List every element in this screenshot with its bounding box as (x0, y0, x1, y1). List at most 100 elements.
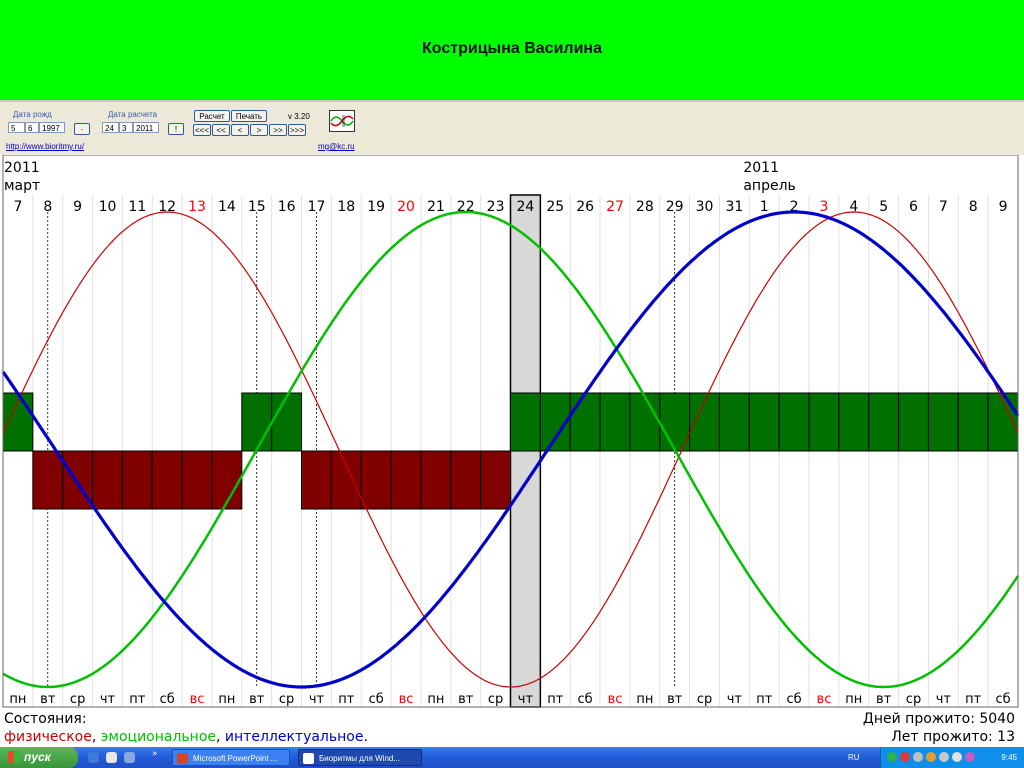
day-number: 18 (337, 199, 355, 215)
day-number: 9 (73, 199, 82, 215)
weekday-label: пт (547, 692, 563, 707)
state-bar (808, 392, 840, 452)
start-button[interactable]: пуск (0, 747, 78, 768)
weekday-label: чт (936, 692, 952, 707)
task-label: Microsoft PowerPoint ... (193, 754, 278, 763)
state-bar (629, 392, 661, 452)
weekday-label: пн (427, 692, 444, 707)
legend-intellectual: интеллектуальное (225, 729, 364, 745)
weekday-label: сб (369, 692, 384, 707)
tray-icon[interactable] (913, 752, 923, 762)
nav-back-week-button[interactable]: << (212, 124, 230, 136)
quicklaunch-chevron[interactable]: » (152, 749, 158, 759)
weekday-label: ср (697, 692, 712, 707)
weekday-label: пт (338, 692, 354, 707)
tray-icon[interactable] (926, 752, 936, 762)
nav-forward-week-button[interactable]: >> (269, 124, 287, 136)
state-bar (898, 392, 929, 452)
state-bar (271, 392, 303, 452)
tray-icon[interactable] (965, 752, 975, 762)
day-number: 30 (696, 199, 714, 215)
ie-icon[interactable] (88, 752, 99, 763)
day-number: 11 (128, 199, 146, 215)
weekday-label: вс (190, 692, 205, 707)
nav-forward-month-button[interactable]: >>> (288, 124, 306, 136)
state-bar (868, 392, 900, 452)
calc-year-input[interactable]: 2011 (133, 122, 159, 133)
today-button[interactable]: ! (168, 123, 184, 135)
state-bar (151, 450, 183, 510)
nav-forward-day-button[interactable]: > (250, 124, 268, 136)
email-link[interactable]: mg@kc.ru (318, 142, 355, 151)
state-bar (32, 450, 64, 510)
day-number: 3 (819, 199, 828, 215)
state-bar (92, 450, 123, 510)
start-label: пуск (24, 750, 51, 764)
version-label: v 3.20 (288, 112, 310, 121)
calc-day-input[interactable]: 24 (102, 122, 119, 133)
taskbar: пуск » Microsoft PowerPoint ... Биоритмы… (0, 747, 1024, 768)
biorhythm-chart: 2011 март 2011 апрель 7 пн 8 вт 9 ср 10 чт 11 пт 12 сб 1… (0, 155, 1024, 747)
floppy-icon[interactable] (124, 752, 135, 763)
calc-date-label: Дата расчета (108, 110, 158, 119)
day-number: 29 (666, 199, 684, 215)
days-lived: Дней прожито: 5040 (863, 711, 1015, 727)
state-bar (450, 450, 482, 510)
biorhythm-app-icon (303, 753, 314, 764)
task-powerpoint[interactable]: Microsoft PowerPoint ... (172, 749, 290, 766)
weekday-label: чт (309, 692, 325, 707)
state-bar (927, 392, 959, 452)
day-number: 7 (13, 199, 22, 215)
birth-month-input[interactable]: 6 (25, 122, 39, 133)
weekday-label: пт (756, 692, 772, 707)
tray-icon[interactable] (939, 752, 949, 762)
calculate-button[interactable]: Расчет (194, 110, 230, 122)
windows-flag-icon (8, 751, 20, 763)
weekday-label: вс (817, 692, 832, 707)
weekday-label: ср (279, 692, 294, 707)
nav-back-month-button[interactable]: <<< (193, 124, 211, 136)
weekday-label: сб (995, 692, 1010, 707)
day-number: 24 (517, 199, 535, 215)
weekday-label: вт (40, 692, 56, 707)
biorhythm-chart-svg: 2011март2011апрель7пн8вт9ср10чт11пт12сб1… (1, 155, 1020, 745)
tray-icon[interactable] (900, 752, 910, 762)
state-bar (301, 450, 332, 510)
language-indicator[interactable]: RU (848, 747, 860, 768)
weekday-label: сб (787, 692, 802, 707)
birth-picker-button[interactable]: · (74, 123, 90, 135)
tray-icon[interactable] (887, 752, 897, 762)
state-bar (241, 392, 273, 452)
weekday-label: чт (518, 692, 534, 707)
day-number: 23 (487, 199, 505, 215)
state-bar (569, 392, 601, 452)
birth-year-input[interactable]: 1997 (39, 122, 65, 133)
weekday-label: чт (100, 692, 116, 707)
month-year-label: 2011 (4, 160, 40, 176)
legend-end: . (363, 729, 367, 745)
site-link[interactable]: http://www.bioritmy.ru/ (6, 142, 84, 151)
print-button[interactable]: Печать (231, 110, 267, 122)
day-number: 31 (725, 199, 743, 215)
tray-icon[interactable] (952, 752, 962, 762)
calc-month-input[interactable]: 3 (119, 122, 133, 133)
state-bar (480, 450, 512, 510)
day-number: 9 (999, 199, 1008, 215)
day-number: 17 (308, 199, 326, 215)
desktop-icon[interactable] (106, 752, 117, 763)
weekday-label: пт (129, 692, 145, 707)
day-number: 8 (43, 199, 52, 215)
state-bar (957, 392, 989, 452)
states-label: Состояния: (4, 711, 87, 727)
years-lived: Лет прожито: 13 (891, 729, 1015, 745)
page-title: Кострицына Василина (422, 40, 602, 57)
state-bar (838, 392, 870, 452)
day-number: 14 (218, 199, 236, 215)
task-biorhythms[interactable]: Биоритмы для Wind... (298, 749, 422, 766)
day-number: 20 (397, 199, 415, 215)
weekday-label: пн (218, 692, 235, 707)
weekday-label: вс (608, 692, 623, 707)
nav-back-day-button[interactable]: < (231, 124, 249, 136)
birth-day-input[interactable]: 5 (8, 122, 25, 133)
weekday-label: вс (399, 692, 414, 707)
